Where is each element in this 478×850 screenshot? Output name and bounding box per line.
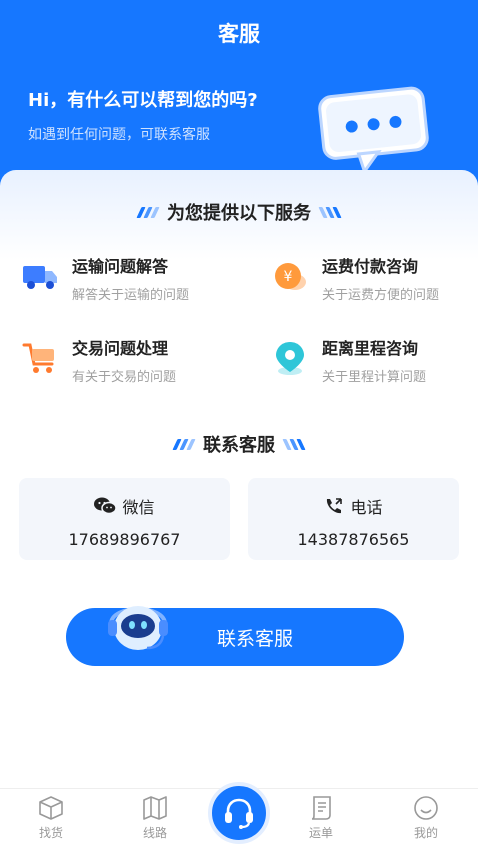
service-distance[interactable]: 距离里程咨询 关于里程计算问题 [272,338,426,385]
phone-label: 电话 [350,498,383,517]
robot-mascot-icon [108,606,168,650]
truck-icon [23,266,57,289]
smiley-icon [414,796,438,820]
tab-label: 运单 [308,826,333,840]
wechat-label: 微信 [122,498,155,517]
wechat-header: 微信 [19,494,230,518]
map-icon [143,796,167,820]
tab-label: 我的 [413,826,438,840]
waybill-icon [311,796,331,820]
headset-icon [225,798,253,829]
service-freight-payment[interactable]: ¥ 运费付款咨询 关于运费方便的问题 [272,256,439,303]
tab-label: 线路 [142,826,167,840]
services-section-title: 为您提供以下服务 [0,199,478,225]
hero-heading: Hi，有什么可以帮到您的吗? [28,90,258,111]
phone-contact-card[interactable]: 电话 14387876565 [248,478,459,560]
tab-label: 找货 [38,826,63,840]
wechat-icon [94,497,117,515]
service-desc: 解答关于运输的问题 [72,288,190,303]
page-title: 客服 [218,22,260,46]
contact-service-button-label: 联系客服 [216,627,293,650]
tab-find-goods[interactable]: 找货 [21,795,81,841]
wechat-contact-card[interactable]: 微信 17689896767 [19,478,230,560]
tab-waybill[interactable]: 运单 [291,795,351,841]
title-decoration-right [282,438,306,450]
service-title: 交易问题处理 [72,339,169,358]
phone-header: 电话 [248,494,459,518]
service-title: 运输问题解答 [72,257,169,276]
hero-subtitle: 如遇到任何问题，可联系客服 [28,127,210,143]
title-decoration-left [136,206,160,218]
wechat-number: 17689896767 [68,530,181,549]
tab-routes[interactable]: 线路 [125,795,185,841]
chat-bubble-icon [318,86,429,175]
tab-customer-service[interactable] [208,782,270,844]
service-transaction[interactable]: 交易问题处理 有关于交易的问题 [22,338,176,385]
svg-text:¥: ¥ [284,269,293,285]
tab-mine[interactable]: 我的 [396,795,456,841]
phone-number: 14387876565 [297,530,410,549]
services-title: 为您提供以下服务 [167,203,311,224]
phone-icon [327,498,343,514]
title-decoration-left [172,438,196,450]
title-decoration-right [318,206,342,218]
service-title: 距离里程咨询 [322,339,419,358]
contact-title: 联系客服 [203,435,275,456]
service-title: 运费付款咨询 [322,257,419,276]
service-transport[interactable]: 运输问题解答 解答关于运输的问题 [22,256,189,303]
contact-section-title: 联系客服 [0,431,478,457]
box-icon [39,796,63,820]
yen-coin-icon: ¥ [275,263,306,290]
service-desc: 有关于交易的问题 [72,370,177,385]
service-desc: 关于里程计算问题 [322,370,427,385]
cart-icon [22,343,54,373]
service-desc: 关于运费方便的问题 [322,288,440,303]
location-pin-icon [276,342,304,375]
